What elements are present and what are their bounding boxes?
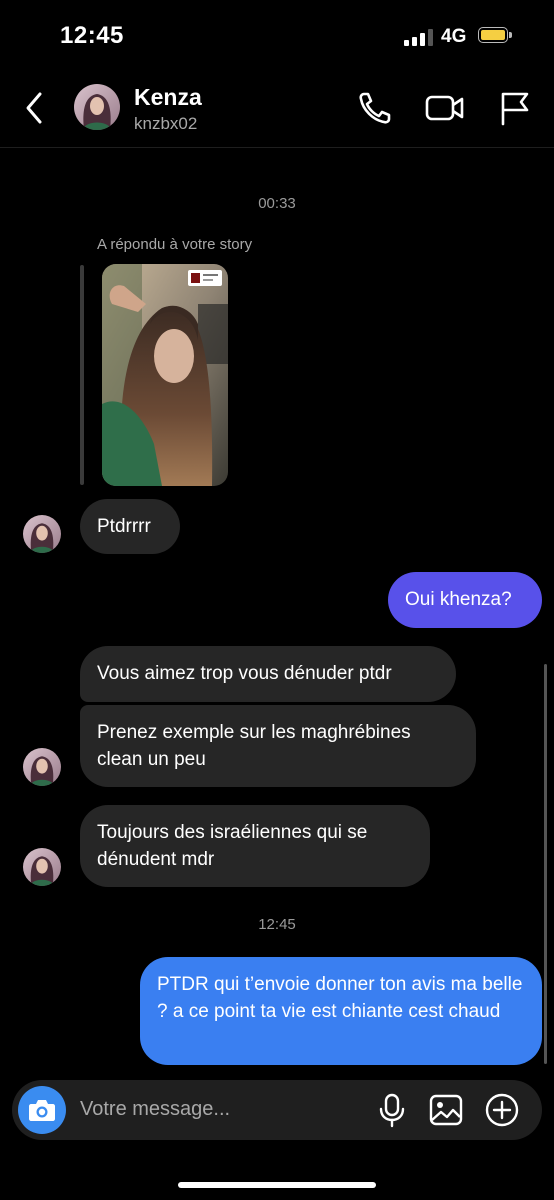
network-type: 4G [441, 26, 467, 47]
phone-icon[interactable] [355, 88, 395, 128]
contact-username[interactable]: knzbx02 [134, 114, 197, 134]
message-bubble-outgoing[interactable]: Oui khenza? [388, 572, 542, 628]
chat-header: Kenza knzbx02 [0, 72, 554, 148]
back-chevron-icon[interactable] [20, 88, 50, 128]
scrollbar[interactable] [544, 664, 547, 1064]
status-bar: 12:45 4G [0, 0, 554, 72]
story-thumbnail[interactable] [102, 264, 228, 486]
message-bubble-incoming[interactable]: Prenez exemple sur les maghrébines clean… [80, 705, 476, 787]
story-reply-label: A répondu à votre story [97, 236, 253, 253]
add-circle-icon[interactable] [484, 1092, 520, 1128]
story-image [102, 264, 228, 486]
story-sticker [188, 270, 222, 286]
avatar[interactable] [23, 515, 61, 553]
camera-icon [29, 1100, 55, 1121]
cellular-signal-icon [404, 29, 434, 46]
camera-button[interactable] [18, 1086, 66, 1134]
home-indicator[interactable] [178, 1182, 376, 1188]
message-bubble-outgoing[interactable]: PTDR qui t’envoie donner ton avis ma bel… [140, 957, 542, 1065]
gallery-icon[interactable] [428, 1092, 464, 1128]
message-bubble-incoming[interactable]: Ptdrrrr [80, 499, 180, 554]
status-time: 12:45 [60, 22, 124, 49]
avatar[interactable] [23, 748, 61, 786]
avatar[interactable] [74, 84, 120, 130]
microphone-icon[interactable] [374, 1092, 410, 1128]
video-camera-icon[interactable] [424, 88, 466, 128]
message-bubble-incoming[interactable]: Toujours des israéliennes qui se dénuden… [80, 805, 430, 887]
contact-name[interactable]: Kenza [134, 84, 202, 111]
timestamp: 00:33 [258, 195, 296, 212]
battery-icon [478, 27, 514, 45]
message-composer: Votre message... [12, 1080, 542, 1140]
avatar[interactable] [23, 848, 61, 886]
message-bubble-incoming[interactable]: Vous aimez trop vous dénuder ptdr [80, 646, 456, 702]
reply-indicator-bar [80, 265, 84, 485]
message-input[interactable]: Votre message... [80, 1098, 230, 1121]
flag-icon[interactable] [496, 88, 536, 128]
timestamp: 12:45 [258, 916, 296, 933]
